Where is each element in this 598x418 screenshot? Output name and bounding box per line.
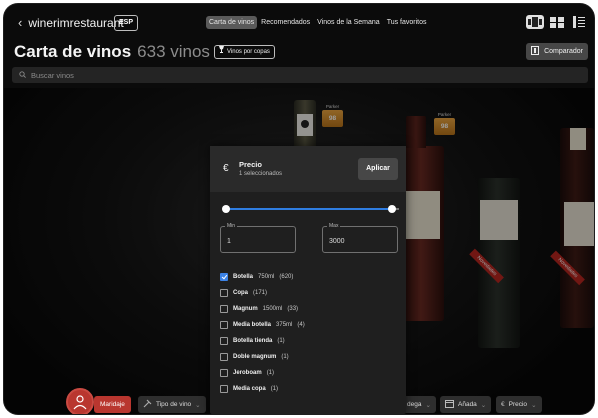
anada-filter-label: Añada: [458, 401, 477, 408]
tipo-filter[interactable]: Tipo de vino ⌄: [138, 396, 206, 413]
search-input[interactable]: Buscar vinos: [12, 67, 588, 83]
format-option-media-copa[interactable]: Media copa (1): [220, 384, 278, 394]
euro-icon: €: [501, 401, 505, 408]
euro-icon: €: [223, 163, 229, 174]
compare-icon: [531, 46, 540, 57]
checkbox[interactable]: [220, 385, 228, 393]
format-option-botella-tienda[interactable]: Botella tienda (1): [220, 336, 285, 346]
language-button[interactable]: ESP: [114, 15, 138, 31]
back-button[interactable]: ‹ winerimrestaurant: [18, 15, 124, 30]
bodega-filter-label: dega: [407, 401, 422, 408]
precio-filter[interactable]: € Precio ⌄: [496, 396, 542, 413]
list-view-icon[interactable]: [570, 15, 588, 29]
grid-view-icon[interactable]: [548, 15, 566, 29]
tab-tus-favoritos[interactable]: Tus favoritos: [384, 16, 430, 29]
min-label: Min: [225, 223, 238, 229]
chevron-down-icon: ⌄: [480, 401, 487, 409]
tab-recomendados[interactable]: Recomendados: [258, 16, 313, 29]
format-option-media-botella[interactable]: Media botella 375ml (4): [220, 320, 305, 330]
checkbox[interactable]: [220, 369, 228, 377]
checkbox[interactable]: [220, 305, 228, 313]
search-icon: [19, 70, 26, 80]
price-min-handle[interactable]: [222, 205, 230, 213]
precio-filter-label: Precio: [508, 401, 528, 408]
price-max-handle[interactable]: [388, 205, 396, 213]
min-price-field[interactable]: Min 1: [220, 223, 296, 253]
min-value: 1: [227, 238, 231, 245]
format-option-copa[interactable]: Copa (171): [220, 288, 267, 298]
app-window: ‹ winerimrestaurant ESP Carta de vinos R…: [4, 4, 594, 414]
copas-label: Vinos por copas: [227, 49, 270, 55]
format-option-magnum[interactable]: Magnum 1500ml (33): [220, 304, 298, 314]
tab-carta-de-vinos[interactable]: Carta de vinos: [206, 16, 258, 29]
tab-vinos-de-la-semana[interactable]: Vinos de la Semana: [314, 16, 383, 29]
panel-header: € Precio 1 seleccionados Aplicar: [210, 146, 406, 192]
panel-subtitle: 1 seleccionados: [239, 171, 283, 177]
comparador-button[interactable]: Comparador: [526, 43, 588, 60]
page-title: Carta de vinos: [14, 42, 132, 61]
max-label: Max: [327, 223, 341, 229]
title-row: Carta de vinos 633 vinos: [14, 42, 210, 64]
comparador-label: Comparador: [544, 48, 583, 55]
bodega-filter[interactable]: dega ⌄: [402, 396, 436, 413]
format-option-botella[interactable]: Botella 750ml (620): [220, 272, 293, 282]
tipo-filter-label: Tipo de vino: [156, 401, 192, 408]
apply-button[interactable]: Aplicar: [358, 158, 398, 180]
price-filter-panel: € Precio 1 seleccionados Aplicar Min 1 M…: [210, 146, 406, 414]
nav-tabs: Carta de vinos Recomendados Vinos de la …: [206, 16, 430, 29]
glass-icon: [219, 46, 224, 58]
anada-filter[interactable]: Añada ⌄: [440, 396, 492, 413]
max-price-field[interactable]: Max 3000: [322, 223, 398, 253]
top-bar: ‹ winerimrestaurant ESP Carta de vinos R…: [4, 4, 594, 42]
price-range-track[interactable]: [225, 208, 395, 210]
panel-title: Precio: [239, 160, 262, 169]
view-toggle: [526, 15, 588, 29]
search-placeholder: Buscar vinos: [31, 70, 74, 80]
checkbox[interactable]: [220, 353, 228, 361]
format-option-doble-magnum[interactable]: Doble magnum (1): [220, 352, 289, 362]
calendar-icon: [445, 399, 454, 410]
wine-count: 633 vinos: [137, 42, 210, 61]
checkbox-checked[interactable]: [220, 273, 228, 281]
format-option-jeroboam[interactable]: Jeroboam (1): [220, 368, 274, 378]
checkbox[interactable]: [220, 289, 228, 297]
wine-glass-icon: [143, 399, 152, 410]
restaurant-name: winerimrestaurant: [28, 15, 124, 30]
chevron-left-icon: ‹: [18, 15, 23, 30]
chef-avatar-icon[interactable]: [66, 388, 94, 414]
carousel-view-icon[interactable]: [526, 15, 544, 29]
chevron-down-icon: ⌄: [425, 401, 431, 409]
checkbox[interactable]: [220, 337, 228, 345]
chevron-down-icon: ⌄: [195, 401, 201, 409]
max-value: 3000: [329, 238, 345, 245]
checkbox[interactable]: [220, 321, 228, 329]
maridaje-button[interactable]: Maridaje: [94, 396, 131, 413]
copas-button[interactable]: Vinos por copas: [214, 45, 275, 59]
chevron-down-icon: ⌄: [531, 401, 537, 409]
